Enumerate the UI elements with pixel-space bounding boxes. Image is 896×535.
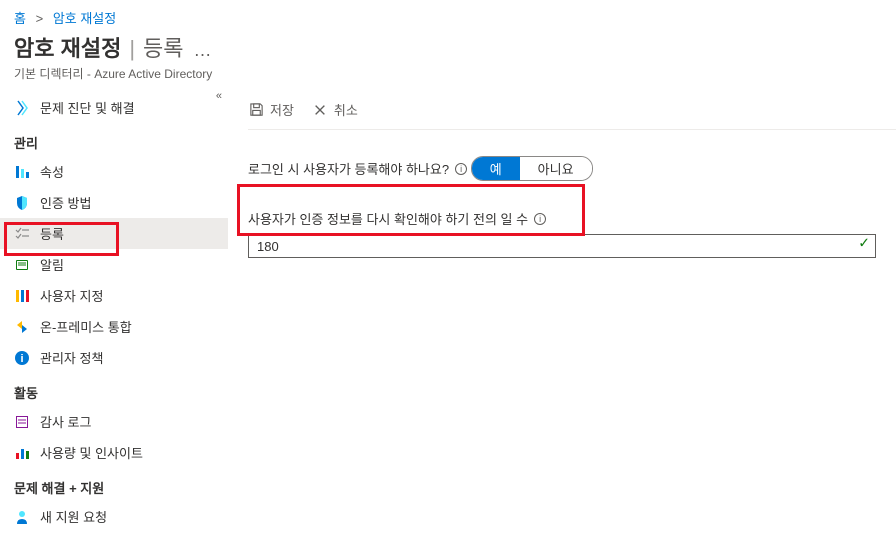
sidebar-item-label: 관리자 정책 <box>40 348 103 367</box>
sidebar-item-onprem[interactable]: 온-프레미스 통합 <box>0 311 228 342</box>
sidebar-item-label: 속성 <box>40 162 64 181</box>
svg-text:i: i <box>20 353 23 365</box>
check-icon: ✓ <box>858 235 870 252</box>
breadcrumb-current[interactable]: 암호 재설정 <box>53 11 116 26</box>
breadcrumb: 홈 > 암호 재설정 <box>0 0 896 27</box>
sidebar-item-properties[interactable]: 속성 <box>0 156 228 187</box>
section-header-support: 문제 해결 + 지원 <box>0 468 228 501</box>
discard-label: 취소 <box>334 100 358 119</box>
save-label: 저장 <box>270 100 294 119</box>
sidebar-item-label: 등록 <box>40 224 64 243</box>
sidebar-item-label: 사용자 지정 <box>40 286 103 305</box>
sidebar-item-usage-insights[interactable]: 사용량 및 인사이트 <box>0 437 228 468</box>
breadcrumb-separator: > <box>36 11 44 26</box>
discard-button[interactable]: 취소 <box>312 100 358 119</box>
sidebar: « 문제 진단 및 해결 관리 속성 인증 방법 <box>0 92 228 532</box>
sidebar-item-label: 새 지원 요청 <box>40 507 107 526</box>
checklist-icon <box>14 226 30 242</box>
sidebar-item-diagnose[interactable]: 문제 진단 및 해결 <box>0 92 228 123</box>
sidebar-item-label: 알림 <box>40 255 64 274</box>
require-register-toggle[interactable]: 예 아니요 <box>471 156 593 181</box>
diagnose-icon <box>14 100 30 116</box>
sidebar-item-audit-logs[interactable]: 감사 로그 <box>0 406 228 437</box>
section-header-manage: 관리 <box>0 123 228 156</box>
page-header: 암호 재설정 | 등록 … 기본 디렉터리 - Azure Active Dir… <box>0 27 896 86</box>
notifications-icon <box>14 257 30 273</box>
sidebar-item-new-support[interactable]: 새 지원 요청 <box>0 501 228 532</box>
main-content: 저장 취소 로그인 시 사용자가 등록해야 하나요? i 예 아니요 <box>228 92 896 532</box>
info-tooltip-icon[interactable]: i <box>455 163 467 175</box>
toggle-yes[interactable]: 예 <box>472 157 520 180</box>
page-subtext: 기본 디렉터리 - Azure Active Directory <box>14 65 882 82</box>
sidebar-item-auth-methods[interactable]: 인증 방법 <box>0 187 228 218</box>
days-label: 사용자가 인증 정보를 다시 확인해야 하기 전의 일 수 i <box>248 209 546 228</box>
sidebar-item-admin-policy[interactable]: i 관리자 정책 <box>0 342 228 373</box>
days-input[interactable] <box>248 234 876 258</box>
title-divider: | <box>129 36 135 62</box>
require-register-label: 로그인 시 사용자가 등록해야 하나요? i <box>248 159 467 178</box>
sidebar-item-label: 감사 로그 <box>40 412 91 431</box>
more-actions-icon[interactable]: … <box>194 40 214 61</box>
save-icon <box>248 102 264 118</box>
onprem-icon <box>14 319 30 335</box>
info-icon: i <box>14 350 30 366</box>
sidebar-item-notifications[interactable]: 알림 <box>0 249 228 280</box>
page-title: 암호 재설정 <box>14 31 121 63</box>
sidebar-item-label: 사용량 및 인사이트 <box>40 443 143 462</box>
sidebar-item-label: 인증 방법 <box>40 193 91 212</box>
breadcrumb-home[interactable]: 홈 <box>14 11 26 26</box>
toolbar: 저장 취소 <box>248 92 896 130</box>
customization-icon <box>14 288 30 304</box>
sidebar-item-customization[interactable]: 사용자 지정 <box>0 280 228 311</box>
properties-icon <box>14 164 30 180</box>
info-tooltip-icon[interactable]: i <box>534 213 546 225</box>
audit-logs-icon <box>14 414 30 430</box>
shield-icon <box>14 195 30 211</box>
support-icon <box>14 509 30 525</box>
toggle-no[interactable]: 아니요 <box>520 157 592 180</box>
discard-icon <box>312 102 328 118</box>
usage-insights-icon <box>14 445 30 461</box>
collapse-sidebar-icon[interactable]: « <box>216 90 222 102</box>
sidebar-item-registration[interactable]: 등록 <box>0 218 228 249</box>
save-button[interactable]: 저장 <box>248 100 294 119</box>
sidebar-item-label: 온-프레미스 통합 <box>40 317 132 336</box>
section-header-activity: 활동 <box>0 373 228 406</box>
sidebar-item-label: 문제 진단 및 해결 <box>40 98 135 117</box>
page-subtitle-tab: 등록 <box>143 31 183 63</box>
